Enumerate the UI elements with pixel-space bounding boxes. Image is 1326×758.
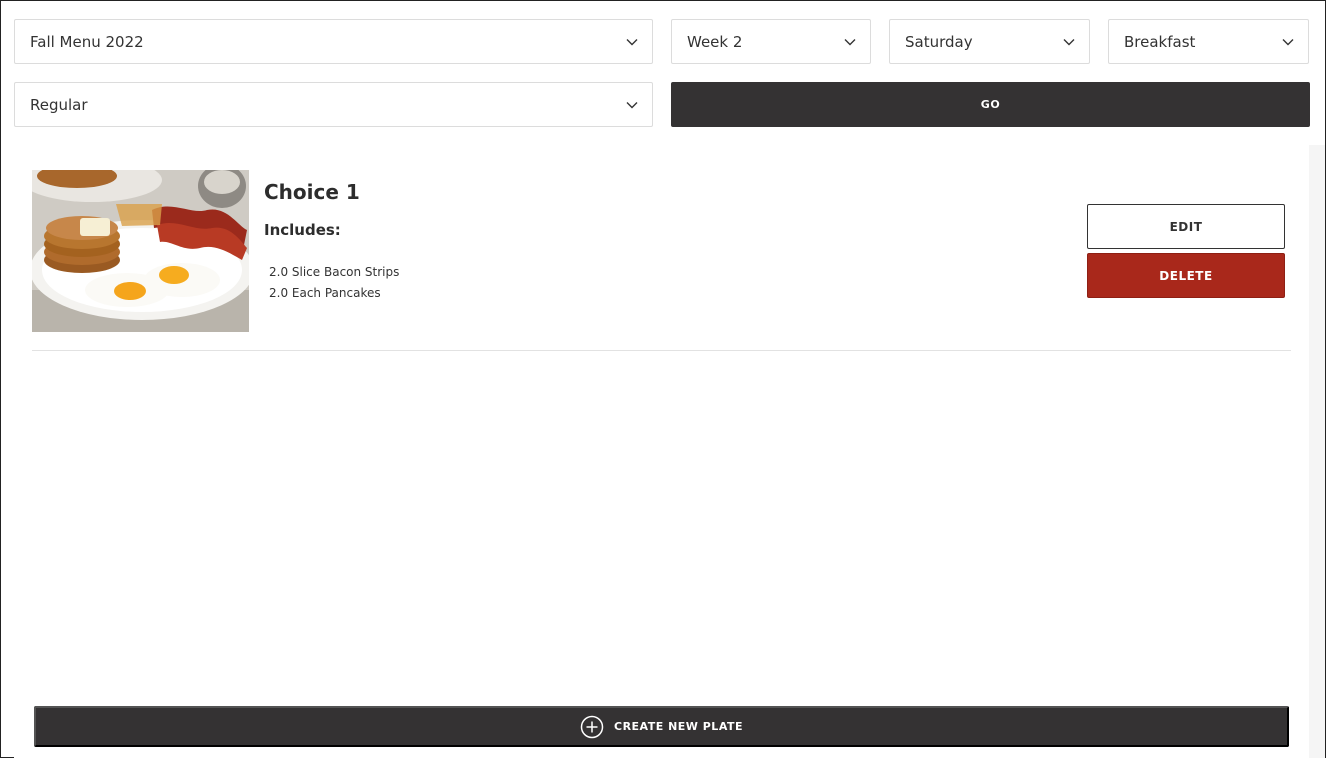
delete-button[interactable]: DELETE [1087, 253, 1285, 298]
list-item: 2.0 Each Pancakes [269, 286, 381, 300]
chevron-down-icon [1282, 36, 1294, 48]
week-select-value: Week 2 [687, 32, 743, 51]
panel-scrollbar[interactable] [1309, 145, 1325, 758]
create-new-plate-button[interactable]: CREATE NEW PLATE [34, 706, 1289, 747]
go-button[interactable]: GO [671, 82, 1310, 127]
chevron-down-icon [844, 36, 856, 48]
includes-label: Includes: [264, 221, 341, 239]
menu-select[interactable]: Fall Menu 2022 [14, 19, 653, 64]
day-select-value: Saturday [905, 32, 973, 51]
edit-button[interactable]: EDIT [1087, 204, 1285, 249]
week-select[interactable]: Week 2 [671, 19, 871, 64]
day-select[interactable]: Saturday [889, 19, 1090, 64]
plate-image [32, 170, 249, 332]
plate-card: Choice 1 Includes: 2.0 Slice Bacon Strip… [32, 170, 1291, 351]
menu-select-value: Fall Menu 2022 [30, 32, 144, 51]
plus-circle-icon [580, 715, 604, 739]
plate-title: Choice 1 [264, 180, 360, 204]
list-item: 2.0 Slice Bacon Strips [269, 265, 400, 279]
meal-select[interactable]: Breakfast [1108, 19, 1309, 64]
plate-items-list: 2.0 Slice Bacon Strips 2.0 Each Pancakes [269, 262, 399, 304]
diet-select[interactable]: Regular [14, 82, 653, 127]
meal-select-value: Breakfast [1124, 32, 1196, 51]
chevron-down-icon [1063, 36, 1075, 48]
chevron-down-icon [626, 99, 638, 111]
chevron-down-icon [626, 36, 638, 48]
diet-select-value: Regular [30, 95, 88, 114]
create-new-plate-label: CREATE NEW PLATE [614, 720, 743, 733]
